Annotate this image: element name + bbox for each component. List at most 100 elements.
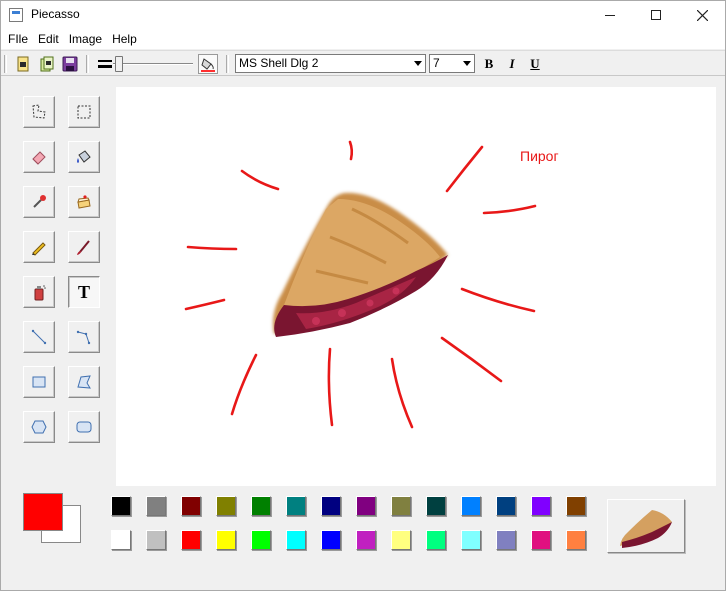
- image-preview[interactable]: [607, 499, 685, 553]
- line-icon: [31, 329, 47, 345]
- palette-swatch[interactable]: [111, 496, 131, 516]
- palette-swatch[interactable]: [286, 496, 306, 516]
- palette-swatch[interactable]: [356, 496, 376, 516]
- palette-swatch[interactable]: [496, 496, 516, 516]
- line-width-slider-track[interactable]: [113, 63, 193, 65]
- open-file-button[interactable]: [37, 54, 57, 74]
- polygon-icon: [77, 375, 91, 389]
- stamp-tool[interactable]: [68, 186, 100, 218]
- palette-swatch[interactable]: [146, 530, 166, 550]
- palette-swatch[interactable]: [216, 530, 236, 550]
- eyedropper-icon: [33, 195, 46, 208]
- palette-swatch[interactable]: [391, 496, 411, 516]
- menu-bar: FIle Edit Image Help: [1, 29, 725, 49]
- polygon-tool[interactable]: [68, 366, 100, 398]
- close-icon: [696, 9, 708, 21]
- free-select-tool[interactable]: [23, 96, 55, 128]
- paint-bucket-icon: [77, 150, 91, 163]
- line-tool[interactable]: [23, 321, 55, 353]
- fill-color-button[interactable]: [198, 54, 218, 74]
- rectangle-icon: [32, 376, 46, 388]
- italic-button[interactable]: I: [503, 55, 521, 73]
- chevron-down-icon[interactable]: [459, 55, 474, 72]
- rectangle-tool[interactable]: [23, 366, 55, 398]
- ellipse-tool[interactable]: [23, 411, 55, 443]
- menu-edit[interactable]: Edit: [33, 29, 64, 49]
- menu-image[interactable]: Image: [64, 29, 107, 49]
- canvas-text-label: Пирог: [520, 148, 559, 164]
- save-file-button[interactable]: [60, 54, 80, 74]
- chevron-down-icon[interactable]: [410, 55, 425, 72]
- minimize-button[interactable]: [587, 1, 633, 29]
- pencil-icon: [32, 242, 46, 256]
- maximize-icon: [651, 10, 661, 20]
- close-button[interactable]: [679, 1, 725, 29]
- palette-swatch[interactable]: [391, 530, 411, 550]
- primary-color-swatch[interactable]: [23, 493, 63, 531]
- palette-swatch[interactable]: [566, 496, 586, 516]
- app-window: Piecasso FIle Edit Image Help MS Shell D…: [0, 0, 726, 591]
- text-tool[interactable]: T: [68, 276, 100, 308]
- font-name-select[interactable]: MS Shell Dlg 2: [235, 54, 426, 73]
- spray-can-icon: [34, 285, 46, 301]
- canvas-drawing: [184, 140, 537, 429]
- rect-select-tool[interactable]: [68, 96, 100, 128]
- text-icon: T: [77, 282, 90, 302]
- palette-swatch[interactable]: [286, 530, 306, 550]
- palette-swatch[interactable]: [181, 496, 201, 516]
- line-width-slider-thumb[interactable]: [115, 56, 123, 72]
- polyline-icon: [76, 330, 91, 345]
- rounded-rect-icon: [76, 421, 92, 433]
- fill-tool[interactable]: [68, 141, 100, 173]
- drawing-canvas[interactable]: Пирог: [116, 87, 716, 486]
- palette-swatch[interactable]: [321, 530, 341, 550]
- palette-swatch[interactable]: [531, 530, 551, 550]
- palette-swatch[interactable]: [356, 530, 376, 550]
- palette-swatch[interactable]: [496, 530, 516, 550]
- palette-swatch[interactable]: [426, 496, 446, 516]
- pencil-tool[interactable]: [23, 231, 55, 263]
- eraser-tool[interactable]: [23, 141, 55, 173]
- palette-swatch[interactable]: [111, 530, 131, 550]
- brush-tool[interactable]: [68, 231, 100, 263]
- bold-button[interactable]: B: [480, 55, 498, 73]
- cake-icon: [77, 195, 91, 209]
- palette-swatch[interactable]: [251, 496, 271, 516]
- palette-swatch[interactable]: [461, 530, 481, 550]
- brush-icon: [77, 240, 90, 255]
- palette-swatch[interactable]: [461, 496, 481, 516]
- palette-swatch[interactable]: [531, 496, 551, 516]
- palette-swatch[interactable]: [146, 496, 166, 516]
- spray-tool[interactable]: [23, 276, 55, 308]
- polyline-tool[interactable]: [68, 321, 100, 353]
- palette-swatch[interactable]: [251, 530, 271, 550]
- menu-help[interactable]: Help: [107, 29, 142, 49]
- color-indicator: [23, 493, 83, 543]
- palette-swatch[interactable]: [181, 530, 201, 550]
- rect-select-icon: [77, 105, 91, 119]
- palette-swatch[interactable]: [321, 496, 341, 516]
- open-file-icon: [40, 56, 54, 72]
- toolbar-grip[interactable]: [226, 55, 229, 73]
- title-bar: Piecasso: [1, 1, 725, 29]
- pie-image: [273, 192, 448, 337]
- new-file-button[interactable]: [14, 54, 34, 74]
- rounded-rect-tool[interactable]: [68, 411, 100, 443]
- eyedropper-tool[interactable]: [23, 186, 55, 218]
- app-icon: [9, 8, 23, 22]
- save-icon: [62, 56, 78, 72]
- palette-swatch[interactable]: [426, 530, 446, 550]
- palette-swatch[interactable]: [566, 530, 586, 550]
- font-size-select[interactable]: 7: [429, 54, 475, 73]
- palette-swatch[interactable]: [216, 496, 236, 516]
- line-width-button[interactable]: [95, 54, 115, 74]
- font-size-value: 7: [433, 56, 440, 70]
- line-width-icon: [98, 60, 112, 68]
- eraser-icon: [32, 151, 46, 165]
- paint-bucket-icon: [201, 58, 215, 72]
- toolbar-grip[interactable]: [4, 55, 7, 73]
- maximize-button[interactable]: [633, 1, 679, 29]
- menu-file[interactable]: FIle: [3, 29, 33, 49]
- toolbar-grip[interactable]: [86, 55, 89, 73]
- underline-button[interactable]: U: [526, 55, 544, 73]
